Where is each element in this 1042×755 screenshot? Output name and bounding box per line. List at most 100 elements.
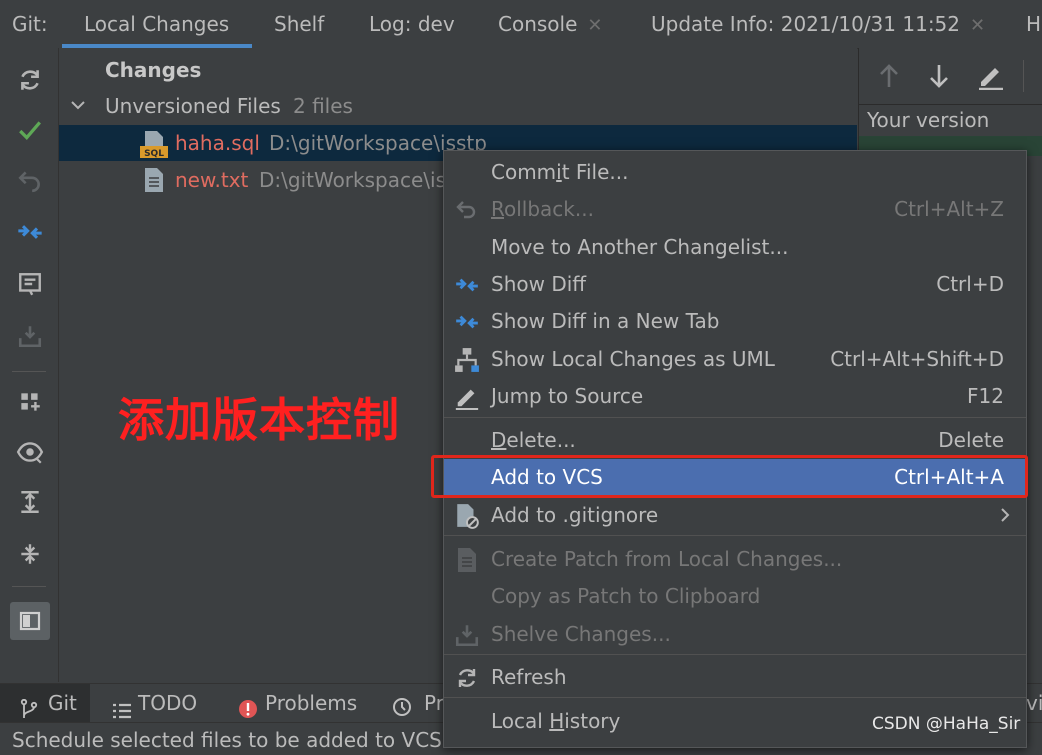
menu-item-refresh[interactable]: Refresh <box>444 659 1026 696</box>
tree-root-changes[interactable]: Changes <box>59 52 857 88</box>
close-icon[interactable]: ✕ <box>970 15 985 36</box>
rollback-icon <box>454 197 480 223</box>
context-menu: Commit File... Rollback... Ctrl+Alt+Z Mo… <box>443 150 1027 748</box>
menu-item-label: Commit File... <box>491 154 628 191</box>
menu-item-copy-patch[interactable]: Copy as Patch to Clipboard <box>444 578 1026 615</box>
menu-item-delete[interactable]: Delete... Delete <box>444 422 1026 459</box>
bottom-tab-label: Git <box>48 691 77 715</box>
bottom-tab-label: TODO <box>138 691 198 715</box>
tab-console[interactable]: Console ✕ <box>498 0 603 48</box>
text-file-icon <box>143 167 165 204</box>
mnemonic: R <box>491 197 504 221</box>
watermark: CSDN @HaHa_Sir <box>872 714 1021 734</box>
show-diff-icon[interactable] <box>14 216 46 248</box>
toolbar-separator <box>12 586 46 587</box>
toolbar-separator <box>12 371 46 372</box>
menu-item-label: Add to .gitignore <box>491 503 659 527</box>
menu-item-label: Move to Another Changelist... <box>491 235 789 259</box>
file-path: D:\gitWorkspace\is <box>259 168 447 192</box>
tree-group-unversioned[interactable]: Unversioned Files 2 files <box>59 88 857 124</box>
edit-icon[interactable] <box>977 62 1005 95</box>
label-part: t File... <box>561 160 629 184</box>
menu-item-shortcut: Delete <box>938 428 1004 452</box>
eye-icon[interactable] <box>14 436 46 468</box>
tab-update-info[interactable]: Update Info: 2021/10/31 11:52 ✕ <box>651 0 985 48</box>
menu-item-add-to-gitignore[interactable]: Add to .gitignore <box>444 497 1026 534</box>
bottom-tab-git[interactable]: Git <box>0 684 90 722</box>
menu-separator <box>444 535 1026 536</box>
toolbar-separator <box>1023 60 1024 92</box>
label-part: Comm <box>491 160 557 184</box>
menu-item-label: Local History <box>491 703 620 740</box>
menu-item-label: Create Patch from Local Changes... <box>491 547 843 571</box>
svg-text:SQL: SQL <box>144 149 164 159</box>
preview-diff-toggle-icon[interactable] <box>10 602 50 640</box>
status-message: Schedule selected files to be added to V… <box>12 728 442 752</box>
mnemonic: H <box>549 709 565 733</box>
bottom-tab-label: Pr <box>424 691 444 715</box>
menu-item-show-diff[interactable]: Show Diff Ctrl+D <box>444 266 1026 303</box>
menu-item-label: Copy as Patch to Clipboard <box>491 584 761 608</box>
menu-item-label: Jump to Source <box>491 384 644 408</box>
file-name: new.txt <box>175 168 249 192</box>
left-toolbar <box>0 48 59 682</box>
menu-item-label: Refresh <box>491 665 567 689</box>
menu-item-label: Rollback... <box>491 191 594 228</box>
group-count: 2 files <box>293 94 353 118</box>
menu-item-rollback[interactable]: Rollback... Ctrl+Alt+Z <box>444 191 1026 228</box>
tab-label: Log: dev <box>369 12 455 36</box>
rollback-icon[interactable] <box>14 164 46 196</box>
expand-all-icon[interactable] <box>14 486 46 518</box>
menu-item-shortcut: F12 <box>967 384 1004 408</box>
menu-item-shortcut: Ctrl+Alt+Z <box>894 197 1004 221</box>
label-part: elete... <box>506 428 576 452</box>
menu-item-label: Show Diff in a New Tab <box>491 309 720 333</box>
shelve-icon <box>454 622 480 648</box>
menu-item-show-uml[interactable]: Show Local Changes as UML Ctrl+Alt+Shift… <box>444 341 1026 378</box>
close-icon[interactable]: ✕ <box>587 15 602 36</box>
annotation-text: 添加版本控制 <box>118 393 400 447</box>
refresh-icon <box>454 665 480 691</box>
label-part: Local <box>491 709 550 733</box>
group-by-icon[interactable] <box>14 386 46 418</box>
menu-separator <box>444 697 1026 698</box>
arrow-up-icon[interactable] <box>877 62 901 95</box>
menu-item-label: Shelve Changes... <box>491 622 671 646</box>
uml-diagram-icon <box>454 347 480 373</box>
patch-icon <box>454 547 480 573</box>
highlight-box <box>431 455 1028 498</box>
tab-overflow[interactable]: H <box>1026 0 1041 48</box>
commit-message-icon[interactable] <box>14 268 46 300</box>
your-version-header: Your version <box>867 108 990 132</box>
tab-shelf[interactable]: Shelf <box>274 0 324 48</box>
menu-item-jump-to-source[interactable]: Jump to Source F12 <box>444 378 1026 415</box>
menu-item-shortcut: Ctrl+D <box>936 272 1004 296</box>
tab-log-dev[interactable]: Log: dev <box>369 0 455 48</box>
show-diff-icon <box>454 272 480 298</box>
refresh-icon[interactable] <box>14 64 46 96</box>
menu-item-shortcut: Ctrl+Alt+Shift+D <box>830 347 1004 371</box>
menu-item-label: Show Local Changes as UML <box>491 347 775 371</box>
menu-item-show-diff-new-tab[interactable]: Show Diff in a New Tab <box>444 303 1026 340</box>
menu-item-move-changelist[interactable]: Move to Another Changelist... <box>444 229 1026 266</box>
tab-label: Console <box>498 12 578 36</box>
menu-item-label: Delete... <box>491 422 576 459</box>
menu-item-commit-file[interactable]: Commit File... <box>444 154 1026 191</box>
tab-label: Local Changes <box>84 12 230 36</box>
diff-toolbar <box>859 48 1042 105</box>
show-diff-icon <box>454 309 480 335</box>
menu-separator <box>444 654 1026 655</box>
menu-item-shelve-changes[interactable]: Shelve Changes... <box>444 616 1026 653</box>
tab-label: Update Info: 2021/10/31 11:52 <box>651 12 961 36</box>
menu-item-create-patch[interactable]: Create Patch from Local Changes... <box>444 541 1026 578</box>
chevron-right-icon <box>998 497 1012 546</box>
menu-item-label: Show Diff <box>491 272 587 296</box>
arrow-down-icon[interactable] <box>927 62 951 95</box>
file-name: haha.sql <box>175 131 260 155</box>
commit-check-icon[interactable] <box>14 114 46 146</box>
collapse-all-icon[interactable] <box>14 538 46 570</box>
bottom-tab-overflow[interactable]: vi <box>1026 684 1042 722</box>
tab-local-changes[interactable]: Local Changes <box>84 0 229 48</box>
shelve-icon[interactable] <box>14 320 46 352</box>
tree-root-label: Changes <box>105 58 202 82</box>
